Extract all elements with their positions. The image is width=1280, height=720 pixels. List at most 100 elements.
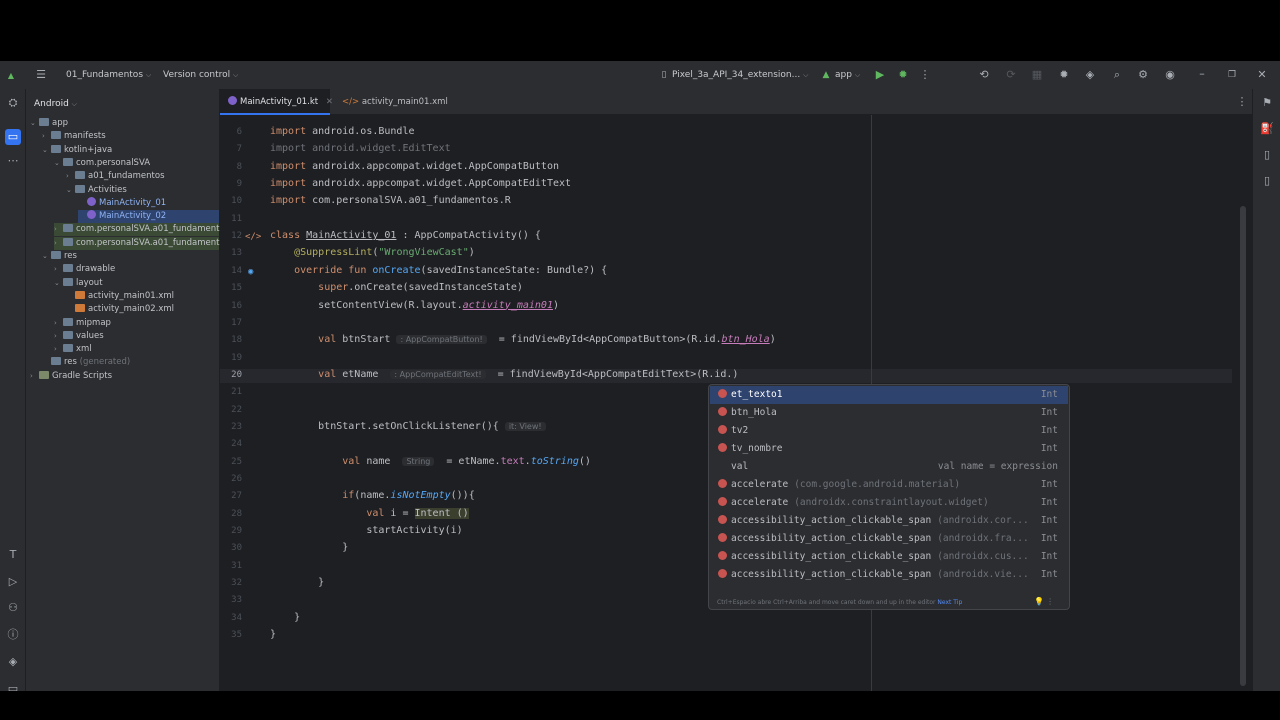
chevron-down-icon[interactable]: ⌄ <box>54 277 63 290</box>
tree-item[interactable]: res (generated) <box>42 356 219 369</box>
tree-item[interactable]: activity_main02.xml <box>66 303 219 316</box>
chevron-right-icon[interactable]: › <box>54 317 63 330</box>
code-line[interactable]: import androidx.appcompat.widget.AppComp… <box>270 161 559 172</box>
chevron-down-icon[interactable]: ⌄ <box>66 184 75 197</box>
chevron-right-icon[interactable]: › <box>66 170 75 183</box>
apply-code-changes-icon[interactable]: ⟳ <box>1004 69 1018 81</box>
completion-item[interactable]: accelerate (androidx.constraintlayout.wid… <box>710 494 1068 512</box>
code-line[interactable]: import android.widget.EditText <box>270 143 451 154</box>
tree-item[interactable]: › Gradle Scripts <box>30 370 219 383</box>
code-line[interactable]: val name String = etName.text.toString() <box>270 456 591 467</box>
chevron-right-icon[interactable]: › <box>54 330 63 343</box>
override-gutter-icon[interactable]: ◉ <box>248 267 253 277</box>
next-tip-link[interactable]: Next Tip <box>937 599 962 606</box>
tree-item[interactable]: › mipmap <box>54 317 219 330</box>
layout-inspector-icon[interactable]: ▦ <box>1030 69 1044 81</box>
tree-item[interactable]: › drawable <box>54 263 219 276</box>
tree-item[interactable]: › a01_fundamentos <box>66 170 219 183</box>
tree-item[interactable]: ⌄ com.personalSVA <box>54 157 219 170</box>
completion-item[interactable]: et_texto1 Int <box>710 386 1068 404</box>
apply-changes-icon[interactable]: ⟲ <box>977 69 991 81</box>
code-line[interactable]: super.onCreate(savedInstanceState) <box>270 282 523 293</box>
restore-icon[interactable]: ❐ <box>1225 69 1239 81</box>
project-selector[interactable]: 01_Fundamentos ⌵ <box>66 70 151 80</box>
more-actions-icon[interactable]: ⋮ <box>918 69 932 81</box>
project-folder-icon[interactable]: ▭ <box>5 129 21 145</box>
code-line[interactable]: class MainActivity_01 : AppCompatActivit… <box>270 230 541 241</box>
run-icon[interactable]: ▶ <box>873 69 887 81</box>
search-icon[interactable]: ⌕ <box>1110 69 1124 81</box>
resource-manager-icon[interactable]: ⛭ <box>6 97 20 109</box>
code-line[interactable]: } <box>270 612 300 623</box>
completion-item[interactable]: tv_nombre Int <box>710 440 1068 458</box>
main-menu-icon[interactable]: ☰ <box>34 69 48 81</box>
tree-item[interactable]: ⌄ res <box>42 250 219 263</box>
tree-item[interactable]: › com.personalSVA.a01_fundamentos <box>54 236 229 250</box>
tree-item[interactable]: › com.personalSVA.a01_fundamentos <box>54 223 229 237</box>
completion-item[interactable]: accelerate (com.google.android.material) I… <box>710 476 1068 494</box>
build-hammer-icon[interactable]: T <box>6 549 20 561</box>
chevron-down-icon[interactable]: ⌄ <box>30 117 39 130</box>
notifications-icon[interactable]: ⚑ <box>1260 97 1274 109</box>
code-line[interactable]: import android.os.Bundle <box>270 126 415 137</box>
completion-item[interactable]: accessibility_action_clickable_span (andr… <box>710 512 1068 530</box>
more-tabs-icon[interactable]: ⋮ <box>1235 96 1249 108</box>
completion-item[interactable]: accessibility_action_clickable_span (andr… <box>710 530 1068 548</box>
device-manager-icon[interactable]: ◈ <box>1083 69 1097 81</box>
chevron-right-icon[interactable]: › <box>54 343 63 356</box>
run-config-selector[interactable]: app ⌵ <box>835 70 860 80</box>
code-line[interactable]: override fun onCreate(savedInstanceState… <box>270 265 607 276</box>
code-line[interactable]: val i = Intent () <box>270 507 469 519</box>
run-tool-icon[interactable]: ▷ <box>6 576 20 588</box>
chevron-right-icon[interactable]: › <box>30 370 39 383</box>
editor-scrollbar[interactable] <box>1240 206 1246 686</box>
code-line[interactable]: if(name.isNotEmpty()){ <box>270 490 474 501</box>
vcs-selector[interactable]: Version control ⌵ <box>163 70 238 80</box>
chevron-right-icon[interactable]: › <box>54 237 63 250</box>
minimize-icon[interactable]: – <box>1195 68 1209 80</box>
completion-item[interactable]: tv2 Int <box>710 422 1068 440</box>
running-devices-icon[interactable]: ▯ <box>1260 175 1274 187</box>
chevron-right-icon[interactable]: › <box>54 223 63 236</box>
account-icon[interactable]: ◉ <box>1163 69 1177 81</box>
code-line[interactable]: } <box>270 577 324 588</box>
project-view-selector[interactable]: Android ⌵ <box>34 99 77 109</box>
code-line[interactable]: val etName : AppCompatEditText! = findVi… <box>270 369 738 380</box>
code-line[interactable]: } <box>270 629 276 640</box>
code-line[interactable]: } <box>270 542 348 553</box>
tab-mainactivity-01[interactable]: MainActivity_01.kt ✕ <box>220 89 333 115</box>
tree-item[interactable]: ⌄ kotlin+java <box>42 144 219 157</box>
device-manager-icon[interactable]: ▯ <box>1260 149 1274 161</box>
tree-item[interactable]: › xml <box>54 343 219 356</box>
tree-item[interactable]: MainActivity_01 <box>78 196 219 210</box>
close-icon[interactable]: ✕ <box>1255 69 1269 81</box>
chevron-right-icon[interactable]: › <box>54 263 63 276</box>
tree-item[interactable]: ⌄ app <box>30 117 219 130</box>
close-tab-icon[interactable]: ✕ <box>326 97 333 107</box>
more-tools-icon[interactable]: ⋯ <box>6 155 20 167</box>
code-line[interactable]: import com.personalSVA.a01_fundamentos.R <box>270 195 511 206</box>
sync-gradle-icon[interactable]: ✹ <box>1057 69 1071 81</box>
code-line[interactable]: @SuppressLint("WrongViewCast") <box>270 247 475 258</box>
gear-icon[interactable]: ⚙ <box>1136 69 1150 81</box>
code-line[interactable]: setContentView(R.layout.activity_main01) <box>270 300 559 311</box>
completion-item[interactable]: accessibility_action_clickable_span (andr… <box>710 566 1068 584</box>
tree-item[interactable]: activity_main01.xml <box>66 290 219 303</box>
tree-item[interactable]: › manifests <box>42 130 219 143</box>
code-line[interactable]: val btnStart : AppCompatButton! = findVi… <box>270 334 776 345</box>
chevron-down-icon[interactable]: ⌄ <box>54 157 63 170</box>
problems-icon[interactable]: ⓘ <box>6 629 20 641</box>
terminal-icon[interactable]: ▭ <box>6 683 20 692</box>
code-line[interactable]: startActivity(i) <box>270 525 462 536</box>
lightbulb-icon[interactable]: 💡 <box>1034 597 1044 606</box>
class-gutter-icon[interactable]: </> <box>245 232 261 242</box>
debug-icon[interactable]: ✹ <box>896 69 910 81</box>
code-line[interactable]: import androidx.appcompat.widget.AppComp… <box>270 178 571 189</box>
gradle-icon[interactable]: ⛽ <box>1260 123 1274 135</box>
code-line[interactable]: btnStart.setOnClickListener(){ it: View! <box>270 421 546 432</box>
completion-item[interactable]: val val name = expression <box>710 458 1068 476</box>
tree-item[interactable]: MainActivity_02 <box>78 210 219 224</box>
device-selector[interactable]: Pixel_3a_API_34_extension... ⌵ <box>672 70 808 80</box>
tab-activity-main01-xml[interactable]: </> activity_main01.xml <box>334 89 454 115</box>
tree-item[interactable]: ⌄ layout <box>54 277 219 290</box>
